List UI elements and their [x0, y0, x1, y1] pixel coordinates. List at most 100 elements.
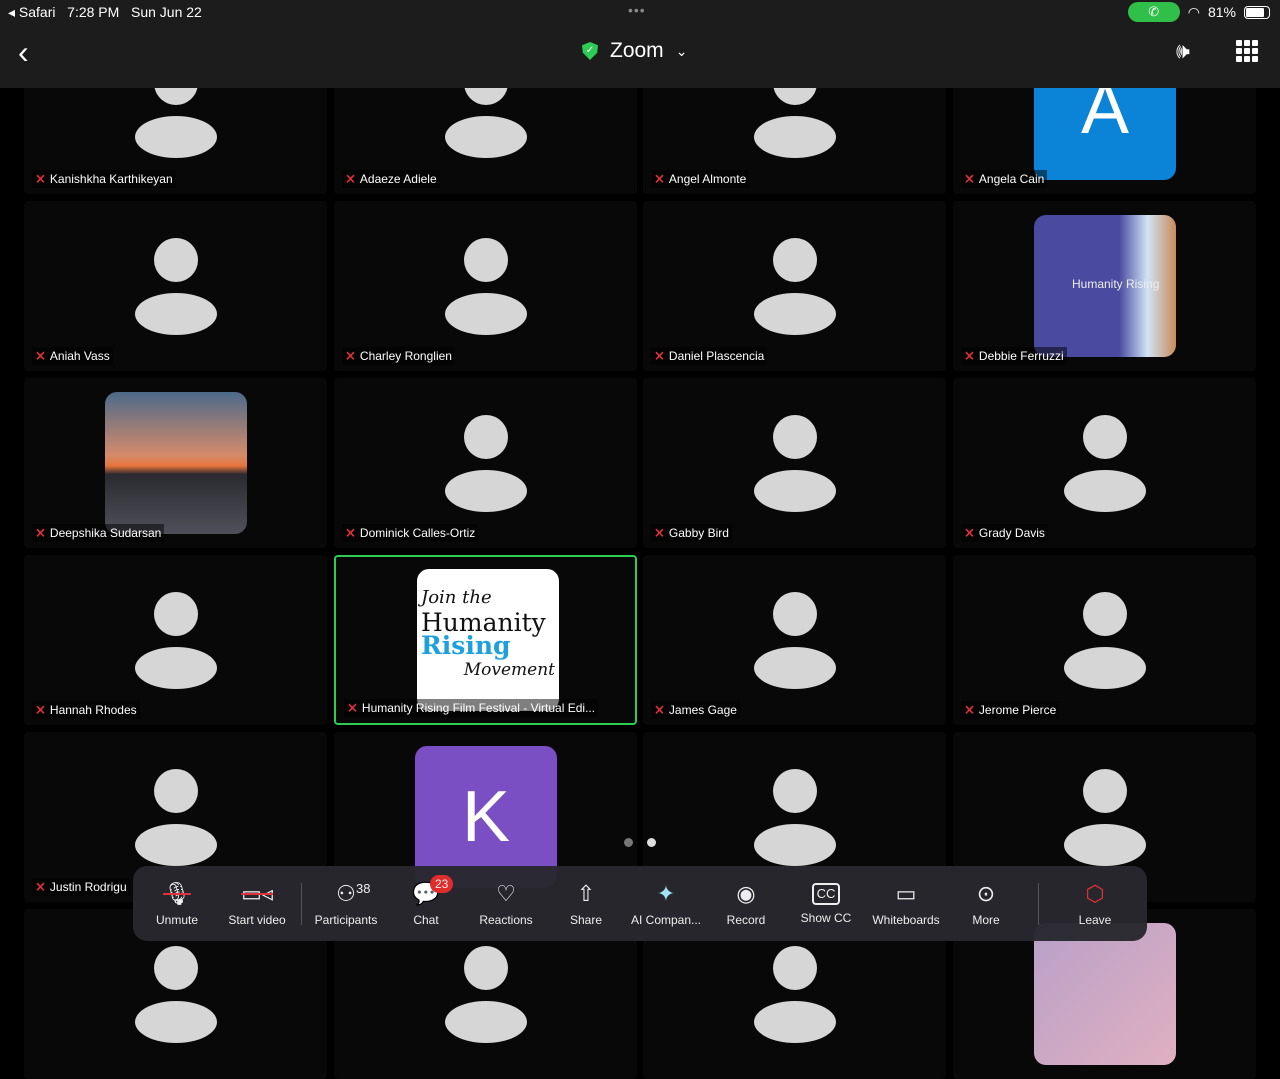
participant-tile[interactable]: ⨯ Jerome Pierce	[953, 555, 1256, 725]
participant-name-label: ⨯ Gabby Bird	[651, 524, 732, 542]
chat-button[interactable]: 💬 23 Chat	[386, 874, 466, 927]
participant-tile[interactable]: Humanity Rising ⨯ Debbie Ferruzzi	[953, 201, 1256, 371]
avatar-body-icon	[1064, 470, 1146, 512]
participant-name: Aniah Vass	[49, 349, 110, 363]
participant-name: Hannah Rhodes	[49, 703, 137, 717]
page-dot[interactable]	[624, 838, 633, 847]
participant-tile[interactable]: ⨯ Dominick Calles-Ortiz	[334, 378, 637, 548]
profile-picture	[1034, 923, 1176, 1065]
participant-tile[interactable]: ⨯ Aniah Vass	[24, 201, 327, 371]
back-chevron-icon[interactable]: ‹	[18, 34, 29, 71]
participants-icon: ⚇	[336, 880, 356, 906]
page-dot-current[interactable]	[647, 838, 656, 847]
participant-name: Jerome Pierce	[978, 703, 1057, 717]
participant-tile[interactable]: ⨯ Gabby Bird	[643, 378, 946, 548]
avatar-head-icon	[773, 769, 817, 813]
page-indicator[interactable]	[624, 838, 656, 847]
meeting-title: Zoom	[610, 39, 664, 62]
participant-name: Grady Davis	[978, 526, 1045, 540]
share-button[interactable]: ⇧ Share	[546, 881, 626, 927]
muted-mic-icon: ⨯	[347, 700, 358, 715]
speaker-icon[interactable]: 🕪	[1176, 38, 1190, 64]
profile-picture	[105, 392, 247, 534]
reactions-button[interactable]: ♡ Reactions	[466, 881, 546, 927]
participant-tile[interactable]: ⨯ Daniel Plascencia	[643, 201, 946, 371]
participant-name: Justin Rodrigu	[49, 880, 127, 894]
participant-name: Gabby Bird	[668, 526, 729, 540]
label: Chat	[413, 912, 439, 927]
whiteboards-button[interactable]: ▭ Whiteboards	[866, 881, 946, 927]
participant-name-label: ⨯ Hannah Rhodes	[32, 701, 140, 719]
participant-tile[interactable]: ⨯ Hannah Rhodes	[24, 555, 327, 725]
multitask-dots-icon[interactable]: •••	[628, 2, 646, 18]
avatar-head-icon	[1083, 592, 1127, 636]
participants-count: 38	[356, 880, 371, 896]
participant-tile[interactable]: ⨯ James Gage	[643, 555, 946, 725]
participant-tile[interactable]: ⨯ Grady Davis	[953, 378, 1256, 548]
muted-mic-icon: ⨯	[654, 702, 665, 717]
participant-name: Humanity Rising Film Festival - Virtual …	[361, 701, 596, 715]
participant-name: Dominick Calles-Ortiz	[359, 526, 476, 540]
participant-name-label: ⨯ Jerome Pierce	[961, 701, 1060, 719]
date: Sun Jun 22	[130, 4, 202, 20]
more-button[interactable]: ⊙ More	[946, 881, 1026, 927]
show-cc-button[interactable]: CC Show CC	[786, 882, 866, 925]
record-button[interactable]: ◉ Record	[706, 881, 786, 927]
participants-button[interactable]: ⚇ 38 Participants	[306, 881, 386, 927]
leave-x-icon: ⬡	[1085, 880, 1105, 906]
heart-icon: ♡	[496, 880, 516, 906]
avatar-body-icon	[754, 116, 836, 158]
avatar-body-icon	[445, 116, 527, 158]
avatar-head-icon	[464, 946, 508, 990]
muted-mic-icon: ⨯	[964, 525, 975, 540]
avatar-head-icon	[773, 415, 817, 459]
muted-mic-icon: 🎙	[163, 880, 191, 906]
ai-companion-button[interactable]: ✦ AI Compan...	[626, 881, 706, 927]
participant-tile[interactable]: Join the Humanity Rising Movement ⨯ Humani…	[334, 555, 637, 725]
participant-name: Daniel Plascencia	[668, 349, 765, 363]
share-icon: ⇧	[576, 880, 596, 906]
participant-name-label: ⨯ Adaeze Adiele	[342, 170, 440, 188]
label: AI Compan...	[630, 912, 702, 927]
avatar-body-icon	[135, 293, 217, 335]
label: Whiteboards	[872, 912, 940, 927]
participant-name-label: ⨯ Aniah Vass	[32, 347, 113, 365]
video-off-icon: ▭◃	[241, 880, 273, 906]
avatar-body-icon	[1064, 647, 1146, 689]
avatar-head-icon	[773, 238, 817, 282]
label: Record	[726, 912, 766, 927]
avatar-body-icon	[754, 824, 836, 866]
muted-mic-icon: ⨯	[345, 525, 356, 540]
meeting-toolbar: 🎙 Unmute ▭◃ Start video ⚇ 38 Participants 💬 2…	[133, 866, 1147, 941]
avatar-head-icon	[1083, 415, 1127, 459]
participant-name-label: ⨯ Deepshika Sudarsan	[32, 524, 165, 542]
muted-mic-icon: ⨯	[345, 348, 356, 363]
participant-tile[interactable]: ⨯ Charley Ronglien	[334, 201, 637, 371]
participant-name: Kanishkha Karthikeyan	[49, 172, 173, 186]
muted-mic-icon: ⨯	[964, 702, 975, 717]
participant-name-label: ⨯ Grady Davis	[961, 524, 1048, 542]
start-video-button[interactable]: ▭◃ Start video	[217, 881, 297, 927]
label: Start video	[228, 912, 286, 927]
leave-button[interactable]: ⬡ Leave	[1055, 881, 1135, 927]
label: Show CC	[800, 910, 852, 925]
participant-name: Angela Cain	[978, 172, 1045, 186]
label: Participants	[314, 912, 378, 927]
muted-mic-icon: ⨯	[654, 171, 665, 186]
unmute-button[interactable]: 🎙 Unmute	[137, 881, 217, 927]
call-indicator-icon[interactable]: ✆	[1127, 2, 1180, 22]
battery-icon	[1244, 5, 1270, 19]
back-to-app[interactable]: ◂ Safari	[8, 4, 56, 20]
avatar-head-icon	[464, 238, 508, 282]
participant-tile[interactable]: ⨯ Deepshika Sudarsan	[24, 378, 327, 548]
muted-mic-icon: ⨯	[35, 348, 46, 363]
gallery-view-icon[interactable]	[1236, 40, 1258, 62]
profile-picture: Humanity Rising	[1034, 215, 1176, 357]
meeting-title-dropdown[interactable]: ✓ Zoom ⌄	[582, 39, 687, 63]
participant-name-label: ⨯ Angel Almonte	[651, 170, 750, 188]
avatar-body-icon	[754, 470, 836, 512]
participant-name-label: ⨯ Angela Cain	[961, 170, 1048, 188]
avatar-head-icon	[154, 769, 198, 813]
sparkle-icon: ✦	[656, 880, 676, 906]
participant-name: Adaeze Adiele	[359, 172, 437, 186]
